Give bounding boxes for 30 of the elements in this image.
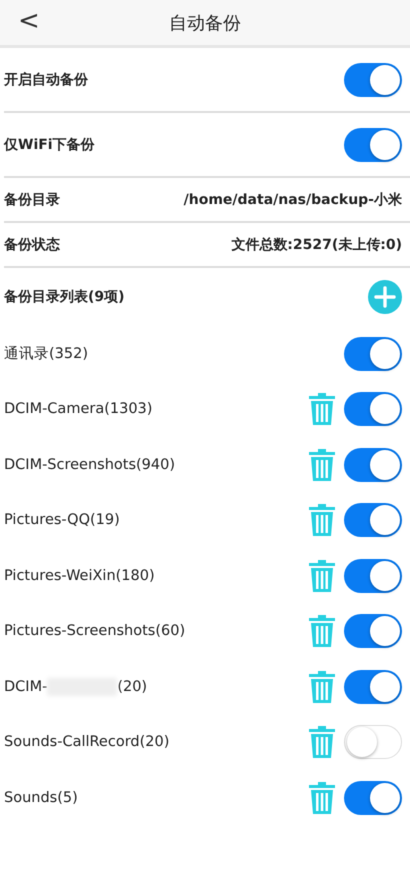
folder-label: Pictures-WeiXin(180) [4, 568, 155, 584]
toggle-switch[interactable] [344, 725, 402, 760]
toggle-switch[interactable] [344, 62, 402, 96]
folder-label: Sounds-CallRecord(20) [4, 734, 170, 750]
setting-value: 文件总数:2527(未上传:0) [231, 236, 402, 254]
toggle-switch[interactable] [344, 392, 402, 426]
toggle-switch[interactable] [344, 503, 402, 538]
back-button[interactable]: < [12, 6, 46, 36]
setting-label: 开启自动备份 [4, 70, 88, 88]
toggle-switch[interactable] [344, 336, 402, 371]
setting-value: /home/data/nas/backup-小米 [184, 190, 402, 208]
toggle-switch[interactable] [344, 128, 402, 162]
folder-label: DCIM-Screenshots(940) [4, 456, 176, 473]
folder-label: DCIM- [4, 678, 48, 695]
toggle-switch[interactable] [344, 614, 402, 648]
toggle-switch[interactable] [344, 780, 402, 815]
folder-label: DCIM-Camera(1303) [4, 401, 152, 418]
toggle-switch[interactable] [344, 670, 402, 704]
toggle-switch[interactable] [344, 558, 402, 593]
folder-label: 通讯录(352) [4, 345, 88, 364]
setting-label: 仅WiFi下备份 [4, 136, 95, 154]
setting-label: 备份状态 [4, 236, 60, 254]
list-title: 备份目录列表(9项) [4, 288, 125, 306]
folder-label: Sounds(5) [4, 790, 78, 806]
folder-label: Pictures-Screenshots(60) [4, 623, 186, 640]
toggle-switch[interactable] [344, 448, 402, 482]
page-title: 自动备份 [169, 12, 241, 34]
setting-label: 备份目录 [4, 190, 60, 208]
folder-count: (20) [117, 678, 148, 695]
folder-label: Pictures-QQ(19) [4, 512, 120, 528]
